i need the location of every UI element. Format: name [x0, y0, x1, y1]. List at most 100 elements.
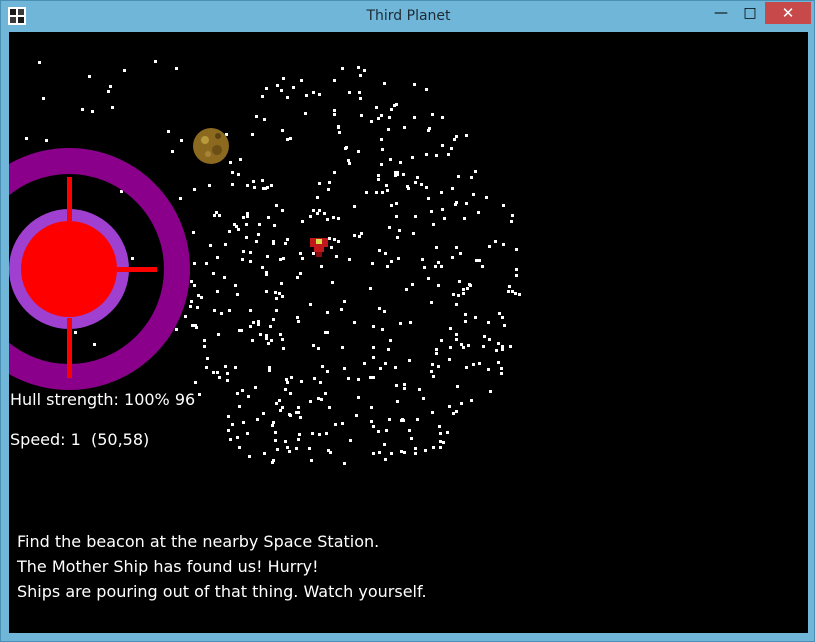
star — [326, 331, 329, 334]
close-icon: ✕ — [781, 4, 795, 22]
star — [363, 362, 366, 365]
star — [355, 414, 358, 417]
star — [402, 173, 405, 176]
star — [431, 113, 434, 116]
star — [175, 67, 178, 70]
star — [472, 193, 475, 196]
star — [343, 462, 346, 465]
star — [272, 242, 275, 245]
star — [498, 312, 501, 315]
star — [217, 333, 220, 336]
star — [390, 260, 393, 263]
star — [281, 295, 284, 298]
star — [238, 446, 241, 449]
star — [25, 137, 28, 140]
star — [249, 251, 252, 254]
star — [206, 357, 209, 360]
star — [448, 358, 451, 361]
close-button[interactable]: ✕ — [765, 2, 811, 24]
star — [262, 412, 265, 415]
star — [255, 115, 258, 118]
star — [397, 257, 400, 260]
star — [328, 406, 331, 409]
star — [357, 66, 360, 69]
star — [427, 197, 430, 200]
star — [258, 223, 261, 226]
star — [464, 313, 467, 316]
minimize-button[interactable]: — — [707, 2, 735, 24]
star — [430, 301, 433, 304]
star — [213, 309, 216, 312]
star — [466, 287, 469, 290]
star — [286, 238, 289, 241]
star — [246, 215, 249, 218]
star — [246, 184, 249, 187]
star — [284, 440, 287, 443]
star — [297, 411, 300, 414]
star — [107, 90, 110, 93]
star — [488, 338, 491, 341]
star — [209, 244, 212, 247]
star — [320, 398, 323, 401]
star — [194, 381, 197, 384]
star — [515, 248, 518, 251]
star — [290, 376, 293, 379]
star — [261, 179, 264, 182]
star — [286, 446, 289, 449]
star — [265, 334, 268, 337]
star — [278, 292, 281, 295]
star — [384, 458, 387, 461]
star — [213, 214, 216, 217]
star — [317, 397, 320, 400]
star — [248, 455, 251, 458]
star — [353, 321, 356, 324]
star — [413, 116, 416, 119]
star — [487, 321, 490, 324]
star — [333, 113, 336, 116]
star — [424, 449, 427, 452]
star — [333, 171, 336, 174]
star — [467, 344, 470, 347]
star — [228, 309, 231, 312]
star — [340, 308, 343, 311]
star — [394, 174, 397, 177]
star — [276, 84, 279, 87]
star — [511, 214, 514, 217]
star — [508, 285, 511, 288]
star — [347, 377, 350, 380]
station-spoke-right — [117, 267, 157, 272]
star — [325, 432, 328, 435]
star — [435, 348, 438, 351]
star — [240, 329, 243, 332]
maximize-button[interactable]: □ — [736, 2, 764, 24]
star — [348, 162, 351, 165]
star — [284, 242, 287, 245]
star — [455, 135, 458, 138]
star — [251, 339, 254, 342]
star — [227, 429, 230, 432]
title-bar[interactable]: Third Planet — □ ✕ — [1, 1, 815, 32]
star — [383, 82, 386, 85]
star — [216, 256, 219, 259]
star — [358, 235, 361, 238]
star — [196, 306, 199, 309]
star — [179, 197, 182, 200]
star — [326, 370, 329, 373]
star — [109, 85, 112, 88]
game-viewport[interactable]: Hull strength: 100% 96 Speed: 1 (50,58) … — [9, 32, 808, 633]
star — [422, 397, 425, 400]
maximize-icon: □ — [743, 5, 757, 21]
star — [457, 175, 460, 178]
star — [390, 452, 393, 455]
star — [224, 243, 227, 246]
star — [411, 283, 414, 286]
star — [459, 252, 462, 255]
star — [93, 343, 96, 346]
star — [377, 117, 380, 120]
star — [358, 91, 361, 94]
star — [451, 256, 454, 259]
star — [301, 220, 304, 223]
star — [88, 75, 91, 78]
star — [472, 363, 475, 366]
star — [455, 246, 458, 249]
